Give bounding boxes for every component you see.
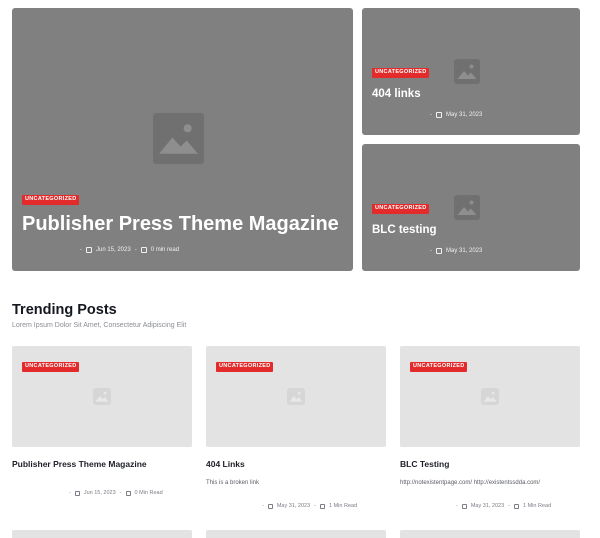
category-badge[interactable]: UNCATEGORIZED xyxy=(372,68,430,78)
meta-separator: - xyxy=(134,247,137,253)
meta-separator: - xyxy=(69,490,71,496)
hero-side-post-2[interactable]: UNCATEGORIZED BLC testing - May 31, 2023 xyxy=(362,144,580,271)
section-title: Trending Posts xyxy=(12,302,117,318)
image-placeholder-icon xyxy=(287,388,305,405)
read-time: 1 Min Read xyxy=(523,503,552,509)
card-title[interactable]: 404 Links xyxy=(206,459,245,469)
meta-separator: - xyxy=(119,490,122,496)
hero-main-meta: - Jun 15, 2023 - 0 min read xyxy=(80,247,179,253)
meta-separator: - xyxy=(80,247,82,253)
meta-separator: - xyxy=(262,503,264,509)
card-image[interactable]: UNCATEGORIZED xyxy=(12,346,192,447)
card-excerpt: This is a broken link xyxy=(206,480,260,486)
calendar-icon xyxy=(436,248,442,254)
category-badge[interactable]: UNCATEGORIZED xyxy=(410,362,468,372)
meta-separator: - xyxy=(430,248,432,254)
post-date: Jun 15, 2023 xyxy=(83,490,116,496)
card-title[interactable]: Publisher Press Theme Magazine xyxy=(12,459,147,469)
meta-separator: - xyxy=(456,503,458,509)
post-date: May 31, 2023 xyxy=(276,503,311,509)
section-subtitle: Lorem Ipsum Dolor Sit Amet, Consectetur … xyxy=(12,322,187,329)
card-meta: - May 31, 2023 - 1 Min Read xyxy=(262,503,357,509)
image-placeholder-icon xyxy=(93,388,111,405)
clock-icon xyxy=(320,503,326,509)
clock-icon xyxy=(140,247,147,253)
hero-side-title[interactable]: BLC testing xyxy=(372,224,437,236)
card-image[interactable] xyxy=(206,530,386,538)
meta-separator: - xyxy=(508,503,511,509)
calendar-icon xyxy=(86,247,92,253)
hero-side-meta: - May 31, 2023 xyxy=(430,112,482,118)
read-time: 0 Min Read xyxy=(134,490,163,496)
read-time: 0 min read xyxy=(150,247,180,253)
card-title[interactable]: BLC Testing xyxy=(400,459,449,469)
image-placeholder-icon xyxy=(454,195,480,220)
category-badge[interactable]: UNCATEGORIZED xyxy=(216,362,274,372)
category-badge[interactable]: UNCATEGORIZED xyxy=(22,195,80,205)
card-image[interactable] xyxy=(12,530,192,538)
post-date: May 31, 2023 xyxy=(446,248,483,254)
category-badge[interactable]: UNCATEGORIZED xyxy=(372,204,430,214)
post-date: Jun 15, 2023 xyxy=(96,247,131,253)
image-placeholder-icon xyxy=(481,388,499,405)
card-excerpt: http://notexistentpage.com/ http://exist… xyxy=(400,480,541,486)
hero-side-post-1[interactable]: UNCATEGORIZED 404 links - May 31, 2023 xyxy=(362,8,580,135)
hero-main-post[interactable]: UNCATEGORIZED Publisher Press Theme Maga… xyxy=(12,8,353,271)
calendar-icon xyxy=(74,490,80,496)
card-meta: - May 31, 2023 - 1 Min Read xyxy=(456,503,551,509)
clock-icon xyxy=(514,503,520,509)
calendar-icon xyxy=(436,112,442,118)
meta-separator: - xyxy=(430,112,432,118)
calendar-icon xyxy=(267,503,273,509)
image-placeholder-icon xyxy=(153,113,204,164)
post-date: May 31, 2023 xyxy=(470,503,505,509)
image-placeholder-icon xyxy=(454,59,480,84)
clock-icon xyxy=(125,490,131,496)
calendar-icon xyxy=(461,503,467,509)
meta-separator: - xyxy=(314,503,317,509)
hero-main-title[interactable]: Publisher Press Theme Magazine xyxy=(22,213,339,236)
category-badge[interactable]: UNCATEGORIZED xyxy=(22,362,80,372)
hero-side-meta: - May 31, 2023 xyxy=(430,248,482,254)
card-meta: - Jun 15, 2023 - 0 Min Read xyxy=(69,490,163,496)
read-time: 1 Min Read xyxy=(329,503,358,509)
card-image[interactable]: UNCATEGORIZED xyxy=(206,346,386,447)
post-date: May 31, 2023 xyxy=(446,112,483,118)
card-image[interactable] xyxy=(400,530,580,538)
hero-side-title[interactable]: 404 links xyxy=(372,88,421,100)
card-image[interactable]: UNCATEGORIZED xyxy=(400,346,580,447)
